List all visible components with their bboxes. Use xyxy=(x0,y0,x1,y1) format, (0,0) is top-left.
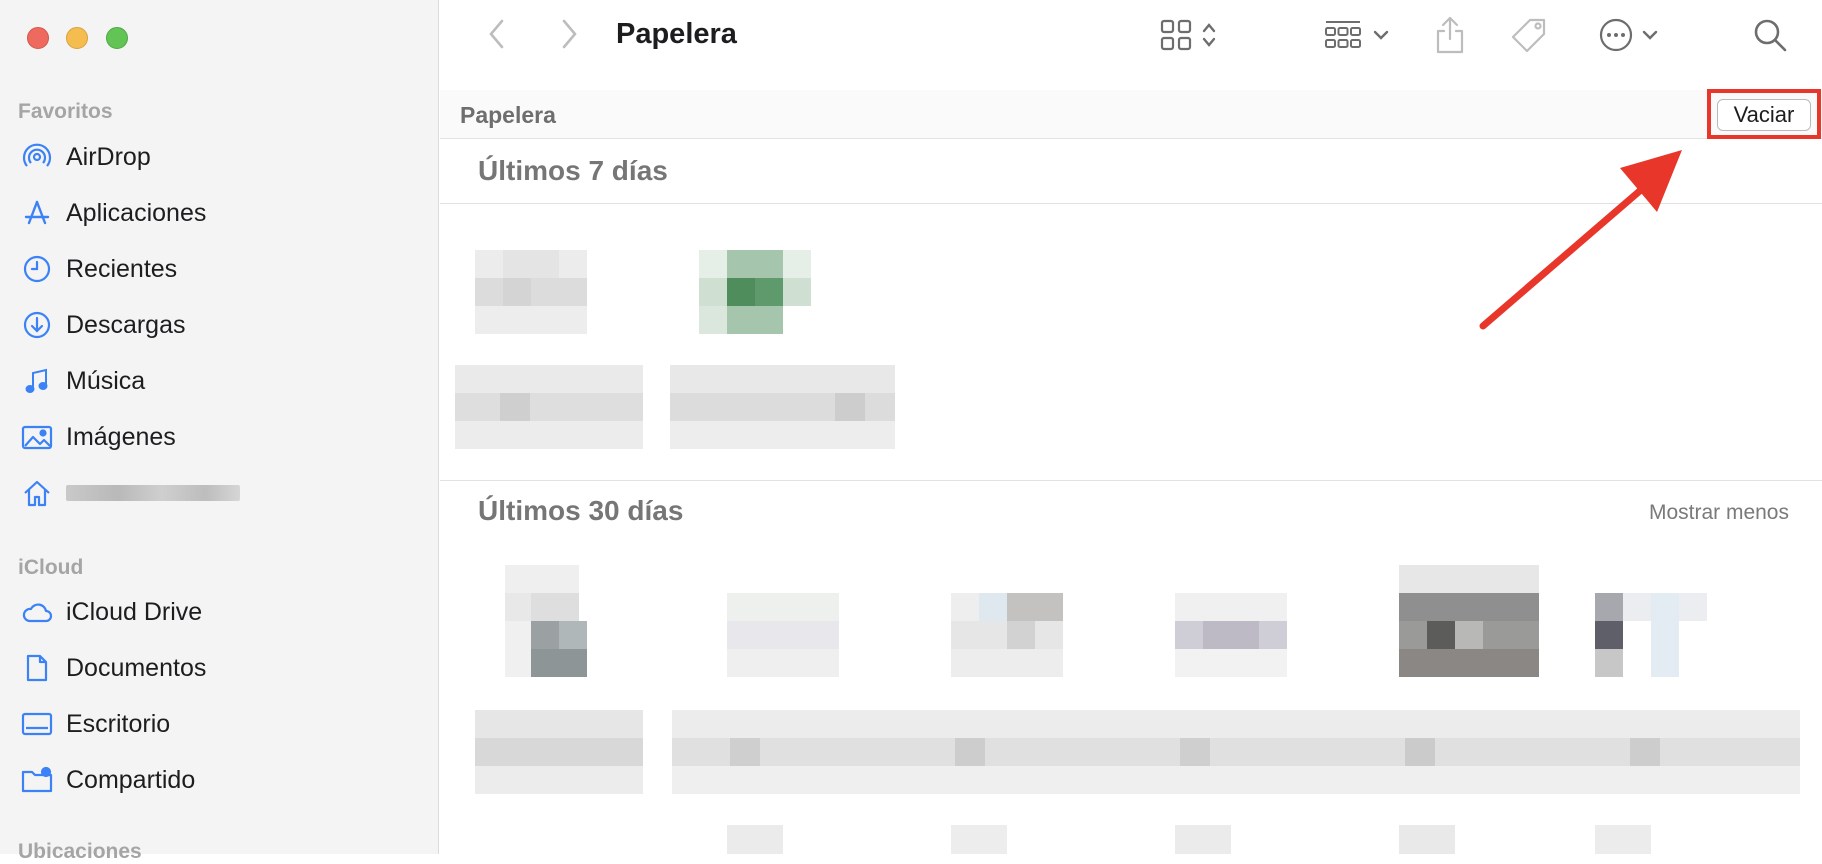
sidebar-item-documentos[interactable]: Documentos xyxy=(20,646,206,690)
up-down-chevron-icon xyxy=(1201,20,1217,55)
file-thumbnail-redacted xyxy=(1175,593,1287,677)
chevron-down-icon xyxy=(1642,28,1658,46)
file-thumbnail-redacted xyxy=(951,593,1063,677)
music-note-icon xyxy=(20,364,54,398)
file-thumbnail-redacted xyxy=(1595,593,1707,677)
document-icon xyxy=(20,651,54,685)
sidebar-item-label: iCloud Drive xyxy=(66,597,203,626)
shared-folder-icon xyxy=(20,763,54,797)
home-icon xyxy=(20,476,54,510)
sidebar-item-recientes[interactable]: Recientes xyxy=(20,247,177,291)
sidebar-item-label: Aplicaciones xyxy=(66,198,207,227)
forward-button[interactable] xyxy=(552,16,586,56)
file-grid-month-redacted xyxy=(475,565,1800,854)
grid-view-icon xyxy=(1159,18,1193,57)
file-caption-redacted xyxy=(455,365,895,449)
file-thumbnail-redacted xyxy=(727,825,1651,854)
user-home-label-redacted xyxy=(66,485,240,501)
show-less-link[interactable]: Mostrar menos xyxy=(1649,501,1789,525)
group-by-button[interactable] xyxy=(1316,16,1396,58)
download-icon xyxy=(20,308,54,342)
view-mode-button[interactable] xyxy=(1150,16,1226,58)
window-title: Papelera xyxy=(616,18,737,50)
trash-header-bar: Papelera xyxy=(440,90,1822,139)
sidebar-section-ubicaciones: Ubicaciones xyxy=(18,840,142,863)
sidebar-item-label: Descargas xyxy=(66,310,186,339)
minimize-window-button[interactable] xyxy=(66,27,88,49)
sidebar-item-label: Música xyxy=(66,366,146,395)
chevron-right-icon xyxy=(559,18,579,55)
clock-icon xyxy=(20,252,54,286)
airdrop-icon xyxy=(20,140,54,174)
ellipsis-circle-icon xyxy=(1598,17,1634,58)
zoom-window-button[interactable] xyxy=(106,27,128,49)
empty-trash-button[interactable]: Vaciar xyxy=(1717,99,1811,131)
sidebar-item-imagenes[interactable]: Imágenes xyxy=(20,415,176,459)
sidebar-item-label: Documentos xyxy=(66,653,207,682)
sidebar-section-icloud: iCloud xyxy=(18,556,84,579)
file-caption-redacted xyxy=(475,710,1800,794)
desktop-icon xyxy=(20,707,54,741)
sidebar-item-airdrop[interactable]: AirDrop xyxy=(20,135,151,179)
applications-icon xyxy=(20,196,54,230)
share-icon xyxy=(1434,15,1466,60)
share-button[interactable] xyxy=(1430,14,1470,60)
sidebar-item-musica[interactable]: Música xyxy=(20,359,145,403)
trash-header-label: Papelera xyxy=(460,102,556,128)
tag-button[interactable] xyxy=(1506,16,1550,58)
chevron-down-icon xyxy=(1373,28,1389,46)
section-divider xyxy=(440,480,1822,481)
chevron-left-icon xyxy=(487,18,507,55)
sidebar-item-label: Imágenes xyxy=(66,422,176,451)
tag-icon xyxy=(1508,17,1548,58)
photo-icon xyxy=(20,420,54,454)
sidebar-item-icloud-drive[interactable]: iCloud Drive xyxy=(20,590,202,634)
sidebar-item-label: Compartido xyxy=(66,765,196,794)
file-thumbnail-redacted xyxy=(1399,565,1539,677)
sidebar-item-label: Escritorio xyxy=(66,709,171,738)
search-button[interactable] xyxy=(1748,16,1792,58)
file-grid-recent-redacted xyxy=(455,250,895,449)
file-thumbnail-redacted xyxy=(475,250,587,334)
file-thumbnail-redacted xyxy=(699,250,811,334)
sidebar-item-escritorio[interactable]: Escritorio xyxy=(20,702,170,746)
sidebar: Favoritos AirDrop Aplicaciones Recientes xyxy=(0,0,439,863)
sidebar-item-descargas[interactable]: Descargas xyxy=(20,303,186,347)
file-thumbnail-redacted xyxy=(727,593,839,677)
sidebar-item-aplicaciones[interactable]: Aplicaciones xyxy=(20,191,206,235)
section-title-last-30-days: Últimos 30 días xyxy=(478,495,684,526)
sidebar-item-home[interactable] xyxy=(20,471,240,515)
sidebar-item-label: AirDrop xyxy=(66,142,151,171)
search-icon xyxy=(1752,17,1788,58)
close-window-button[interactable] xyxy=(27,27,49,49)
group-grid-icon xyxy=(1323,18,1363,57)
sidebar-item-compartido[interactable]: Compartido xyxy=(20,758,195,802)
more-actions-button[interactable] xyxy=(1592,14,1664,60)
sidebar-item-label: Recientes xyxy=(66,254,178,283)
file-thumbnail-redacted xyxy=(505,565,587,677)
sidebar-section-favoritos: Favoritos xyxy=(18,100,113,123)
cloud-icon xyxy=(20,595,54,629)
section-title-last-7-days: Últimos 7 días xyxy=(478,155,668,186)
back-button[interactable] xyxy=(480,16,514,56)
